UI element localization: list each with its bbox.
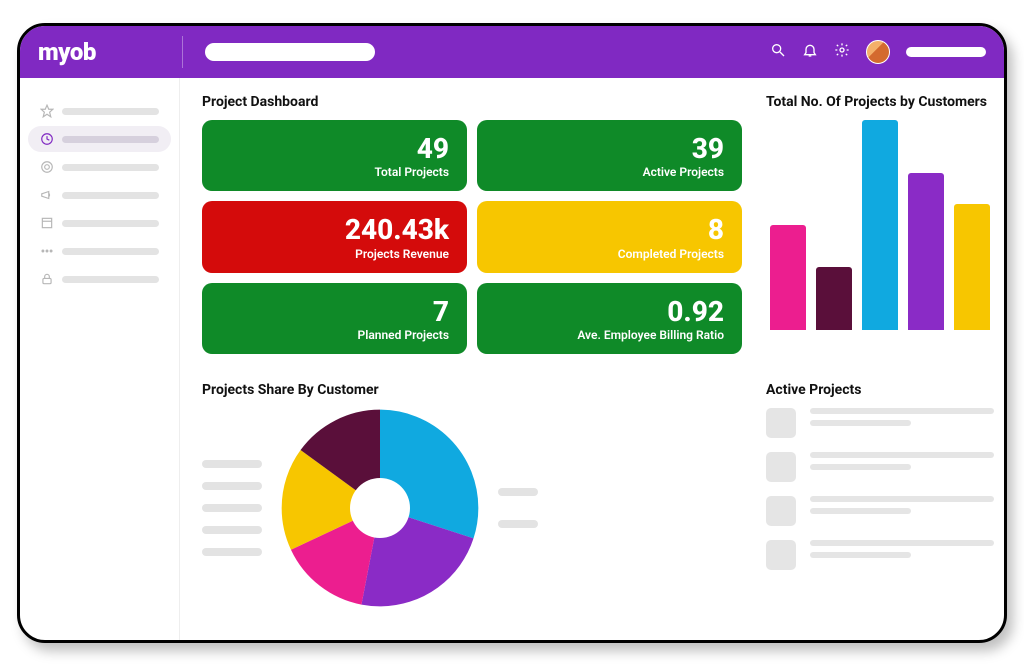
sidebar-item[interactable] (28, 182, 171, 208)
list-item[interactable] (766, 496, 994, 526)
sidebar (20, 78, 180, 640)
search-icon[interactable] (770, 42, 786, 62)
list-item[interactable] (766, 540, 994, 570)
search-input[interactable] (205, 43, 375, 61)
sidebar-item[interactable] (28, 238, 171, 264)
legend-item (498, 520, 538, 528)
kpi-card: 49 Total Projects (202, 120, 467, 191)
bar-chart-section: Total No. Of Projects by Customers (766, 94, 994, 370)
kpi-card: 240.43k Projects Revenue (202, 201, 467, 272)
list-line (810, 464, 911, 470)
lock-icon (40, 272, 54, 286)
avatar[interactable] (866, 40, 890, 64)
kpi-card: 0.92 Ave. Employee Billing Ratio (477, 283, 742, 354)
kpi-label: Planned Projects (220, 328, 449, 342)
megaphone-icon (40, 188, 54, 202)
sidebar-item-label (62, 164, 159, 171)
kpi-card: 7 Planned Projects (202, 283, 467, 354)
sidebar-item[interactable] (28, 154, 171, 180)
topbar: myob (20, 26, 1004, 78)
kpi-label: Projects Revenue (220, 247, 449, 261)
donut-chart (280, 408, 480, 608)
active-projects-list (766, 408, 994, 570)
list-item[interactable] (766, 452, 994, 482)
sidebar-item-label (62, 136, 159, 143)
donut-section: Projects Share By Customer (202, 382, 742, 624)
list-line (810, 496, 994, 502)
list-thumb (766, 408, 796, 438)
list-item[interactable] (766, 408, 994, 438)
sidebar-item-label (62, 192, 159, 199)
list-line (810, 540, 994, 546)
list-line (810, 408, 994, 414)
sidebar-item-label (62, 248, 159, 255)
topbar-actions (770, 40, 986, 64)
kpi-value: 8 (495, 215, 724, 244)
legend-item (202, 504, 262, 512)
kpi-label: Total Projects (220, 165, 449, 179)
topbar-divider (182, 36, 183, 68)
main-content: Project Dashboard 49 Total Projects 39 Acti… (180, 78, 1004, 640)
kpi-label: Active Projects (495, 165, 724, 179)
active-projects-title: Active Projects (766, 382, 994, 398)
user-name (906, 47, 986, 57)
legend-item (202, 482, 262, 490)
bar (816, 267, 852, 330)
app-frame: myob Project Dashboard 49Total Pr (17, 23, 1007, 643)
donut-legend-right (498, 488, 538, 528)
sidebar-item-label (62, 276, 159, 283)
brand-logo: myob (38, 38, 168, 66)
star-icon (40, 104, 54, 118)
target-icon (40, 160, 54, 174)
donut-legend (202, 460, 262, 556)
bar (908, 173, 944, 331)
sidebar-item[interactable] (28, 126, 171, 152)
legend-item (202, 548, 262, 556)
bar (770, 225, 806, 330)
legend-item (202, 460, 262, 468)
sidebar-item-label (62, 108, 159, 115)
sidebar-item-label (62, 220, 159, 227)
frame-icon (40, 216, 54, 230)
active-projects-section: Active Projects (766, 382, 994, 624)
legend-item (202, 526, 262, 534)
dots-icon (40, 244, 54, 258)
bar-chart (766, 120, 994, 330)
bar (862, 120, 898, 330)
list-line (810, 420, 911, 426)
list-line (810, 508, 911, 514)
kpi-section: Project Dashboard 49 Total Projects 39 Acti… (202, 94, 742, 370)
bell-icon[interactable] (802, 42, 818, 62)
dashboard-title: Project Dashboard (202, 94, 742, 110)
kpi-value: 240.43k (220, 215, 449, 244)
kpi-label: Ave. Employee Billing Ratio (495, 328, 724, 342)
list-line (810, 452, 994, 458)
clock-icon (40, 132, 54, 146)
bar (954, 204, 990, 330)
sidebar-item[interactable] (28, 98, 171, 124)
list-thumb (766, 452, 796, 482)
gear-icon[interactable] (834, 42, 850, 62)
list-thumb (766, 540, 796, 570)
legend-item (498, 488, 538, 496)
kpi-card: 8 Completed Projects (477, 201, 742, 272)
donut-title: Projects Share By Customer (202, 382, 742, 398)
sidebar-item[interactable] (28, 266, 171, 292)
kpi-value: 7 (220, 297, 449, 326)
sidebar-item[interactable] (28, 210, 171, 236)
kpi-value: 49 (220, 134, 449, 163)
bar-chart-title: Total No. Of Projects by Customers (766, 94, 994, 110)
list-thumb (766, 496, 796, 526)
kpi-value: 0.92 (495, 297, 724, 326)
kpi-card: 39 Active Projects (477, 120, 742, 191)
kpi-value: 39 (495, 134, 724, 163)
kpi-label: Completed Projects (495, 247, 724, 261)
list-line (810, 552, 911, 558)
